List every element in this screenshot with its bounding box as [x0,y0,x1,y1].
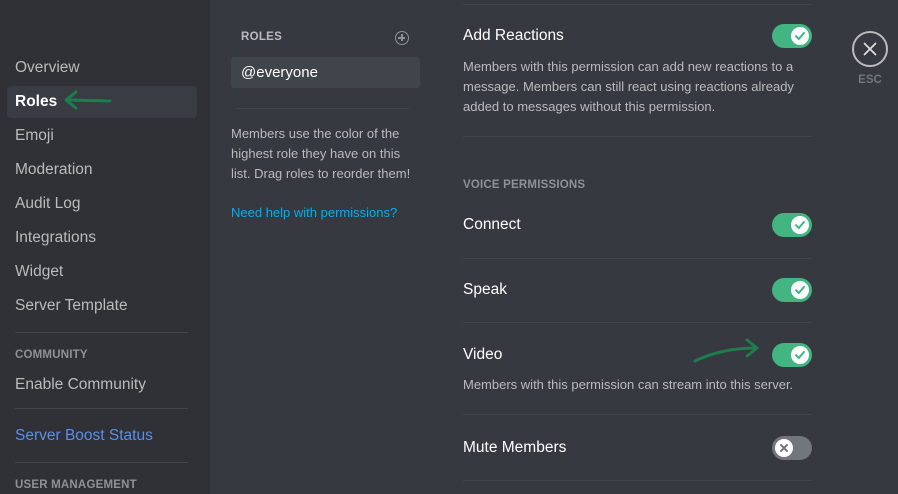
permission-title-speak: Speak [463,281,507,298]
toggle-knob [791,216,809,234]
toggle-connect[interactable] [772,213,812,237]
permission-description-add-reactions: Members with this permission can add new… [463,59,794,114]
sidebar-item-roles[interactable]: Roles [7,86,197,118]
sidebar-item-moderation[interactable]: Moderation [7,154,197,186]
check-icon [795,32,805,40]
permission-divider [463,136,812,137]
sidebar-item-server-template[interactable]: Server Template [7,290,197,322]
check-icon [795,221,805,229]
roles-help-text: Members use the color of the highest rol… [231,126,411,181]
roles-panel: ROLES @everyone Members use the color of… [231,0,421,494]
voice-permissions-header: VOICE PERMISSIONS [463,179,586,191]
permissions-help-link[interactable]: Need help with permissions? [231,205,397,220]
add-role-icon[interactable] [395,31,409,45]
permission-description-video: Members with this permission can stream … [463,377,794,392]
sidebar-item-enable-community[interactable]: Enable Community [7,369,197,401]
permission-title-connect: Connect [463,216,521,233]
toggle-speak[interactable] [772,278,812,302]
permission-divider [463,4,812,5]
sidebar-item-integrations[interactable]: Integrations [7,222,197,254]
sidebar-item-audit-log[interactable]: Audit Log [7,188,197,220]
permissions-panel: Add Reactions Members with this permissi… [463,0,813,494]
sidebar-item-server-boost-status[interactable]: Server Boost Status [7,420,197,452]
sidebar-item-widget[interactable]: Widget [7,256,197,288]
sidebar-item-overview[interactable]: Overview [7,52,197,84]
close-icon [863,42,877,56]
permission-divider [463,414,812,415]
permission-title-add-reactions: Add Reactions [463,27,564,44]
sidebar-item-emoji[interactable]: Emoji [7,120,197,152]
permission-title-mute-members: Mute Members [463,439,567,456]
roles-header: ROLES [241,31,283,43]
check-icon [795,351,805,359]
user-management-header: USER MANAGEMENT [15,479,137,491]
toggle-knob [791,281,809,299]
toggle-mute-members[interactable] [772,436,812,460]
toggle-knob [791,27,809,45]
role-item-everyone[interactable]: @everyone [231,57,420,88]
permission-divider [463,258,812,259]
toggle-knob [791,346,809,364]
toggle-knob [775,439,793,457]
sidebar-divider [15,462,188,463]
sidebar-divider [15,408,188,409]
close-button[interactable] [852,31,888,67]
community-header: COMMUNITY [15,349,88,361]
roles-divider [236,108,409,109]
settings-sidebar: Overview Roles Emoji Moderation Audit Lo… [0,0,210,494]
esc-label: ESC [858,74,882,86]
server-settings: Overview Roles Emoji Moderation Audit Lo… [0,0,898,494]
permission-title-video: Video [463,346,503,363]
toggle-add-reactions[interactable] [772,24,812,48]
permission-divider [463,322,812,323]
sidebar-divider [15,332,188,333]
permission-divider [463,480,812,481]
x-icon [780,444,788,452]
toggle-video[interactable] [772,343,812,367]
check-icon [795,286,805,294]
